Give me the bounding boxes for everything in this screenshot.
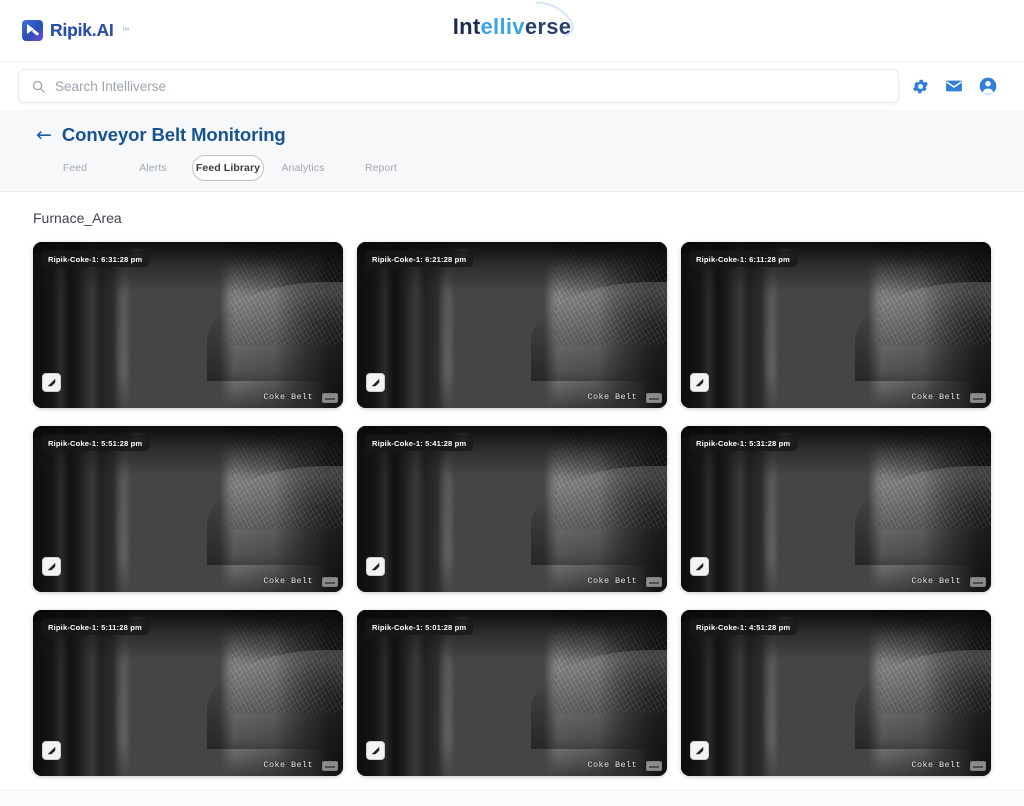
expand-icon[interactable] [366, 557, 385, 576]
video-corner-control[interactable] [322, 761, 338, 771]
ripik-trademark-symbol: ™ [121, 26, 130, 35]
video-watermark: Coke Belt [263, 576, 313, 586]
search-bar-row [0, 62, 1024, 110]
expand-arrow-icon [371, 562, 380, 571]
top-bar: Ripik.AI ™ Intelliverse [0, 0, 1024, 62]
intelliverse-logo-part2: elliv [480, 14, 525, 39]
expand-icon[interactable] [42, 741, 61, 760]
expand-icon[interactable] [690, 557, 709, 576]
expand-arrow-icon [47, 562, 56, 571]
expand-icon[interactable] [690, 741, 709, 760]
intelliverse-logo: Intelliverse [452, 0, 579, 44]
tab-feed-library[interactable]: Feed Library [192, 155, 264, 181]
expand-icon[interactable] [366, 373, 385, 392]
feed-card[interactable]: Ripik-Coke-1: 5:51:28 pm Coke Belt [33, 426, 343, 592]
tab-bar: Feed Alerts Feed Library Analytics Repor… [36, 155, 1024, 181]
camera-timestamp-label: Ripik-Coke-1: 6:21:28 pm [365, 251, 474, 267]
search-input[interactable] [55, 78, 886, 94]
camera-timestamp-label: Ripik-Coke-1: 5:01:28 pm [365, 619, 474, 635]
header-icon-group [911, 76, 1006, 96]
tab-analytics[interactable]: Analytics [264, 156, 342, 180]
video-watermark: Coke Belt [911, 760, 961, 770]
camera-timestamp-label: Ripik-Coke-1: 5:41:28 pm [365, 435, 474, 451]
tab-feed[interactable]: Feed [36, 156, 114, 180]
camera-timestamp-label: Ripik-Coke-1: 5:11:28 pm [41, 619, 149, 635]
camera-timestamp-label: Ripik-Coke-1: 5:51:28 pm [41, 435, 150, 451]
expand-icon[interactable] [42, 557, 61, 576]
camera-timestamp-label: Ripik-Coke-1: 4:51:28 pm [689, 619, 798, 635]
video-corner-control[interactable] [646, 761, 662, 771]
expand-arrow-icon [695, 562, 704, 571]
video-corner-control[interactable] [646, 577, 662, 587]
feed-card[interactable]: Ripik-Coke-1: 6:31:28 pm Coke Belt [33, 242, 343, 408]
page-title-row: ← Conveyor Belt Monitoring [36, 124, 1024, 146]
video-corner-control[interactable] [646, 393, 662, 403]
page-title: Conveyor Belt Monitoring [61, 124, 286, 145]
video-watermark: Coke Belt [587, 760, 637, 770]
back-arrow-icon[interactable]: ← [36, 125, 52, 145]
tab-report[interactable]: Report [342, 156, 420, 180]
main-content: Furnace_Area Ripik-Coke-1: 6:31:28 pm Co… [0, 192, 1024, 806]
page-header-band: ← Conveyor Belt Monitoring Feed Alerts F… [0, 110, 1024, 192]
tab-alerts[interactable]: Alerts [114, 156, 192, 180]
ripik-logo[interactable]: Ripik.AI ™ [22, 20, 130, 41]
ripik-logo-text: Ripik.AI [50, 20, 114, 40]
ripik-logo-mark-icon [22, 20, 43, 41]
expand-arrow-icon [695, 746, 704, 755]
search-box[interactable] [18, 69, 899, 103]
video-corner-control[interactable] [322, 393, 338, 403]
search-icon [32, 80, 45, 93]
feed-card[interactable]: Ripik-Coke-1: 5:11:28 pm Coke Belt [33, 610, 343, 776]
expand-icon[interactable] [366, 741, 385, 760]
camera-timestamp-label: Ripik-Coke-1: 6:31:28 pm [41, 251, 150, 267]
expand-arrow-icon [371, 378, 380, 387]
camera-timestamp-label: Ripik-Coke-1: 5:31:28 pm [689, 435, 798, 451]
expand-arrow-icon [695, 378, 704, 387]
expand-arrow-icon [47, 378, 56, 387]
expand-icon[interactable] [690, 373, 709, 392]
video-corner-control[interactable] [970, 393, 986, 403]
account-icon[interactable] [978, 76, 998, 96]
expand-arrow-icon [47, 746, 56, 755]
intelliverse-logo-part1: Int [452, 14, 481, 39]
feed-card[interactable]: Ripik-Coke-1: 6:21:28 pm Coke Belt [357, 242, 667, 408]
section-title: Furnace_Area [33, 210, 122, 226]
video-watermark: Coke Belt [587, 576, 637, 586]
video-corner-control[interactable] [322, 577, 338, 587]
video-watermark: Coke Belt [263, 760, 313, 770]
content-bottom-strip [0, 790, 1024, 806]
feed-card[interactable]: Ripik-Coke-1: 4:51:28 pm Coke Belt [681, 610, 991, 776]
video-corner-control[interactable] [970, 577, 986, 587]
feed-card[interactable]: Ripik-Coke-1: 5:01:28 pm Coke Belt [357, 610, 667, 776]
expand-icon[interactable] [42, 373, 61, 392]
mail-icon[interactable] [944, 76, 964, 96]
video-watermark: Coke Belt [587, 392, 637, 402]
camera-timestamp-label: Ripik-Coke-1: 6:11:28 pm [689, 251, 797, 267]
video-watermark: Coke Belt [911, 576, 961, 586]
feed-card[interactable]: Ripik-Coke-1: 5:41:28 pm Coke Belt [357, 426, 667, 592]
video-watermark: Coke Belt [263, 392, 313, 402]
feed-card[interactable]: Ripik-Coke-1: 6:11:28 pm Coke Belt [681, 242, 991, 408]
expand-arrow-icon [371, 746, 380, 755]
gear-icon[interactable] [911, 77, 930, 96]
feed-card[interactable]: Ripik-Coke-1: 5:31:28 pm Coke Belt [681, 426, 991, 592]
video-corner-control[interactable] [970, 761, 986, 771]
feed-library-grid: Ripik-Coke-1: 6:31:28 pm Coke Belt Ripik… [33, 242, 1024, 776]
video-watermark: Coke Belt [911, 392, 961, 402]
